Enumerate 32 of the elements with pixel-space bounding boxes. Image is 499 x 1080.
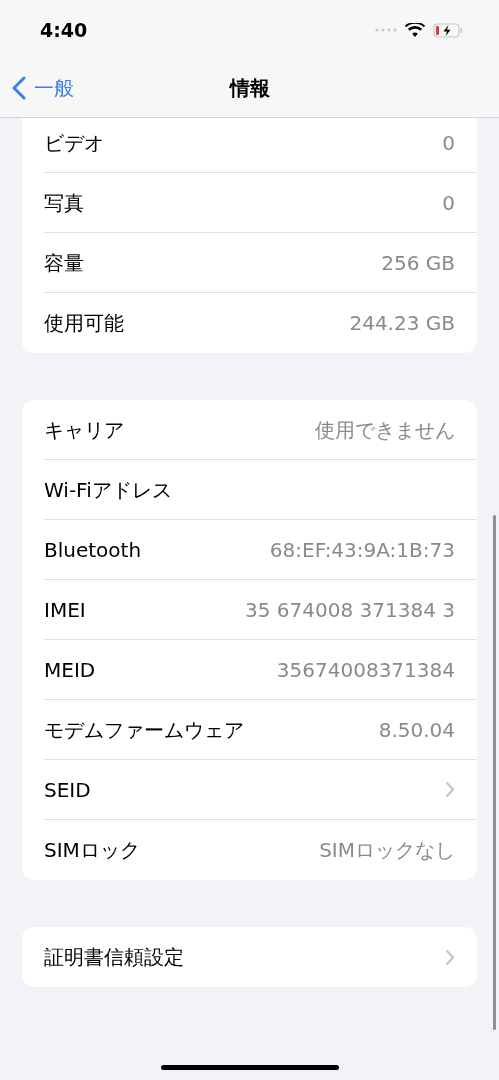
row-label: SIMロック <box>44 837 140 864</box>
row-label: IMEI <box>44 596 86 624</box>
row-label: SEID <box>44 776 91 804</box>
row-label: 使用可能 <box>44 310 124 337</box>
row-value: 35674008371384 <box>276 656 455 684</box>
row-value: 8.50.04 <box>378 716 455 744</box>
row-value: 0 <box>442 189 455 217</box>
row-label: Wi-Fiアドレス <box>44 476 172 504</box>
row-value: 256 GB <box>381 249 455 277</box>
row-label: ビデオ <box>44 129 104 157</box>
row-label: 証明書信頼設定 <box>44 944 184 971</box>
chevron-icon <box>445 781 455 798</box>
row-value: 68:EF:43:9A:1B:73 <box>269 536 455 564</box>
row-label: 容量 <box>44 249 84 277</box>
screen-title: 情報 <box>229 74 270 102</box>
chevron-icon <box>445 948 455 966</box>
status-time: 4:40 <box>40 17 88 43</box>
row-value: SIMロックなし <box>319 837 455 864</box>
row-label: 写真 <box>44 189 84 217</box>
row-label: モデムファームウェア <box>44 716 244 744</box>
row-value: 35 674008 371384 3 <box>245 596 455 624</box>
wifi-icon <box>405 22 425 38</box>
row-label: キャリア <box>44 416 124 444</box>
back-button[interactable]: 一般 <box>0 72 74 103</box>
row-label: Bluetooth <box>44 536 142 564</box>
back-chevron-icon <box>12 75 26 100</box>
no-signal-icon <box>375 28 397 32</box>
row-value: 0 <box>442 129 455 157</box>
battery-charging-icon <box>433 22 463 38</box>
row-label: MEID <box>44 656 96 684</box>
row-value: 使用できません <box>315 416 455 444</box>
row-value: 244.23 GB <box>349 310 455 337</box>
